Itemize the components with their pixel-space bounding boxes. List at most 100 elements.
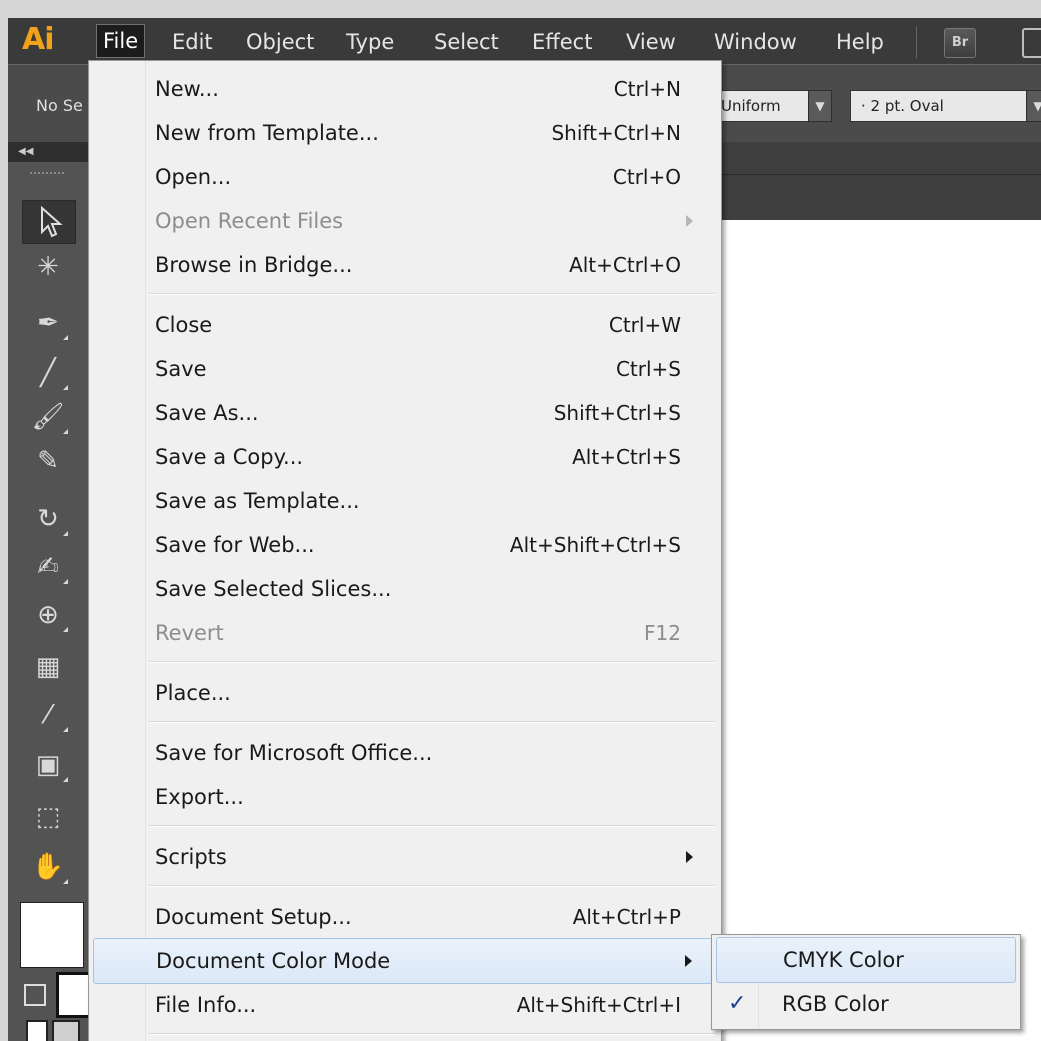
symbol-sprayer-tool-icon[interactable]: ▣ xyxy=(22,744,74,786)
menu-item-open[interactable]: Open... Ctrl+O xyxy=(89,155,721,199)
menu-separator xyxy=(149,1033,715,1035)
menu-item-document-color-mode[interactable]: Document Color Mode xyxy=(93,938,717,984)
menu-item-shortcut: Ctrl+O xyxy=(612,165,681,189)
pen-tool-icon[interactable]: ✒ xyxy=(22,302,74,344)
menu-item-open-recent-files[interactable]: Open Recent Files xyxy=(89,199,721,243)
gradient-mode-button[interactable] xyxy=(52,1020,80,1041)
menu-item-shortcut: Ctrl+S xyxy=(615,357,681,381)
paintbrush-tool-icon[interactable]: 🖌 xyxy=(22,396,74,438)
line-tool-icon[interactable]: ╱ xyxy=(22,352,74,394)
menu-item-scripts[interactable]: Scripts xyxy=(89,835,721,879)
menu-effect[interactable]: Effect xyxy=(526,26,598,58)
menu-separator xyxy=(149,825,715,827)
menu-view[interactable]: View xyxy=(620,26,682,58)
menu-item-save[interactable]: Save Ctrl+S xyxy=(89,347,721,391)
menu-item-save-as[interactable]: Save As... Shift+Ctrl+S xyxy=(89,391,721,435)
menu-item-label: Document Setup... xyxy=(155,905,352,929)
magic-wand-tool-icon[interactable]: ✳ xyxy=(22,246,74,288)
menu-edit[interactable]: Edit xyxy=(166,26,219,58)
menu-item-label: New from Template... xyxy=(155,121,379,145)
menu-item-label: Save for Microsoft Office... xyxy=(155,741,433,765)
submenu-item-cmyk-color[interactable]: CMYK Color xyxy=(716,937,1016,983)
submenu-item-label: RGB Color xyxy=(782,992,889,1016)
menu-item-new-from-template[interactable]: New from Template... Shift+Ctrl+N xyxy=(89,111,721,155)
collapse-panel-icon[interactable]: ◀◀ xyxy=(18,146,33,157)
menu-item-shortcut: Shift+Ctrl+N xyxy=(551,121,681,145)
menu-item-close[interactable]: Close Ctrl+W xyxy=(89,303,721,347)
fill-color-swatch[interactable] xyxy=(20,902,84,968)
submenu-arrow-icon xyxy=(686,851,693,863)
file-menu-dropdown: New... Ctrl+N New from Template... Shift… xyxy=(88,60,722,1041)
menu-help[interactable]: Help xyxy=(830,26,890,58)
blob-brush-tool-icon[interactable]: ✎ xyxy=(22,440,74,482)
artboard-canvas[interactable] xyxy=(720,220,1041,1041)
color-mode-submenu: CMYK Color ✓ RGB Color xyxy=(711,934,1021,1030)
default-colors-icon[interactable] xyxy=(24,984,46,1006)
menu-item-label: Save for Web... xyxy=(155,533,315,557)
menu-item-place[interactable]: Place... xyxy=(89,671,721,715)
hand-tool-icon[interactable]: ✋ xyxy=(22,846,74,888)
menu-item-save-a-copy[interactable]: Save a Copy... Alt+Ctrl+S xyxy=(89,435,721,479)
menu-item-label: New... xyxy=(155,77,219,101)
menu-item-label: Save Selected Slices... xyxy=(155,577,392,601)
menu-item-label: Open... xyxy=(155,165,232,189)
menu-item-shortcut: Alt+Ctrl+O xyxy=(569,253,681,277)
stroke-profile-select[interactable]: Uniform xyxy=(718,90,810,122)
menu-item-export[interactable]: Export... xyxy=(89,775,721,819)
window-frame xyxy=(0,0,1041,18)
menu-type[interactable]: Type xyxy=(340,26,400,58)
menu-item-document-setup[interactable]: Document Setup... Alt+Ctrl+P xyxy=(89,895,721,939)
menu-separator xyxy=(149,293,715,295)
menu-item-shortcut: Alt+Ctrl+S xyxy=(572,445,681,469)
menu-item-save-for-web[interactable]: Save for Web... Alt+Shift+Ctrl+S xyxy=(89,523,721,567)
artboard-tool-icon[interactable]: ⬚ xyxy=(22,796,74,838)
menu-item-label: Export... xyxy=(155,785,244,809)
menu-item-file-info[interactable]: File Info... Alt+Shift+Ctrl+I xyxy=(89,983,721,1027)
menu-item-save-selected-slices[interactable]: Save Selected Slices... xyxy=(89,567,721,611)
menu-item-label: Browse in Bridge... xyxy=(155,253,353,277)
warp-tool-icon[interactable]: ✍ xyxy=(22,546,74,588)
menubar-divider xyxy=(916,26,917,58)
menu-object[interactable]: Object xyxy=(240,26,320,58)
menu-item-label: Open Recent Files xyxy=(155,209,344,233)
illustrator-window: Ai File Edit Object Type Select Effect V… xyxy=(0,0,1041,1041)
eyedropper-tool-icon[interactable]: ⁄ xyxy=(22,694,74,736)
menu-item-new[interactable]: New... Ctrl+N xyxy=(89,67,721,111)
submenu-item-label: CMYK Color xyxy=(783,948,904,972)
menu-item-shortcut: Ctrl+W xyxy=(608,313,681,337)
menu-file[interactable]: File xyxy=(96,24,146,58)
menu-separator xyxy=(149,721,715,723)
checkmark-icon: ✓ xyxy=(728,991,747,1016)
selection-status: No Se xyxy=(36,96,83,115)
menu-item-label: Save xyxy=(155,357,207,381)
submenu-item-rgb-color[interactable]: ✓ RGB Color xyxy=(712,982,1020,1026)
menu-item-save-for-microsoft-office[interactable]: Save for Microsoft Office... xyxy=(89,731,721,775)
submenu-arrow-icon xyxy=(686,215,693,227)
color-mode-button[interactable] xyxy=(26,1020,48,1041)
bridge-button[interactable]: Br xyxy=(944,28,976,58)
menu-item-label: Close xyxy=(155,313,213,337)
menu-item-save-as-template[interactable]: Save as Template... xyxy=(89,479,721,523)
brush-definition-select[interactable]: · 2 pt. Oval xyxy=(850,90,1036,122)
mesh-tool-icon[interactable]: ▦ xyxy=(22,646,74,688)
document-tab-divider xyxy=(720,174,1041,175)
stroke-color-swatch[interactable] xyxy=(56,972,92,1018)
menu-item-shortcut: Shift+Ctrl+S xyxy=(553,401,681,425)
menu-item-revert[interactable]: Revert F12 xyxy=(89,611,721,655)
tools-panel-grip[interactable] xyxy=(30,172,64,178)
menu-item-shortcut: Alt+Shift+Ctrl+I xyxy=(516,993,681,1017)
window-frame-left xyxy=(0,0,8,1041)
submenu-arrow-icon xyxy=(685,955,692,967)
document-tab-bar xyxy=(720,142,1041,220)
menu-item-label: Save as Template... xyxy=(155,489,360,513)
menu-item-label: Revert xyxy=(155,621,224,645)
arrange-documents-icon[interactable] xyxy=(1022,28,1041,58)
rotate-tool-icon[interactable]: ↻ xyxy=(22,498,74,540)
selection-tool-icon[interactable] xyxy=(22,200,76,244)
menu-select[interactable]: Select xyxy=(428,26,505,58)
shape-builder-tool-icon[interactable]: ⊕ xyxy=(22,594,74,636)
menu-window[interactable]: Window xyxy=(708,26,803,58)
brush-dropdown[interactable]: ▼ xyxy=(1026,90,1041,122)
menu-item-browse-in-bridge[interactable]: Browse in Bridge... Alt+Ctrl+O xyxy=(89,243,721,287)
stroke-profile-dropdown[interactable]: ▼ xyxy=(808,90,832,122)
